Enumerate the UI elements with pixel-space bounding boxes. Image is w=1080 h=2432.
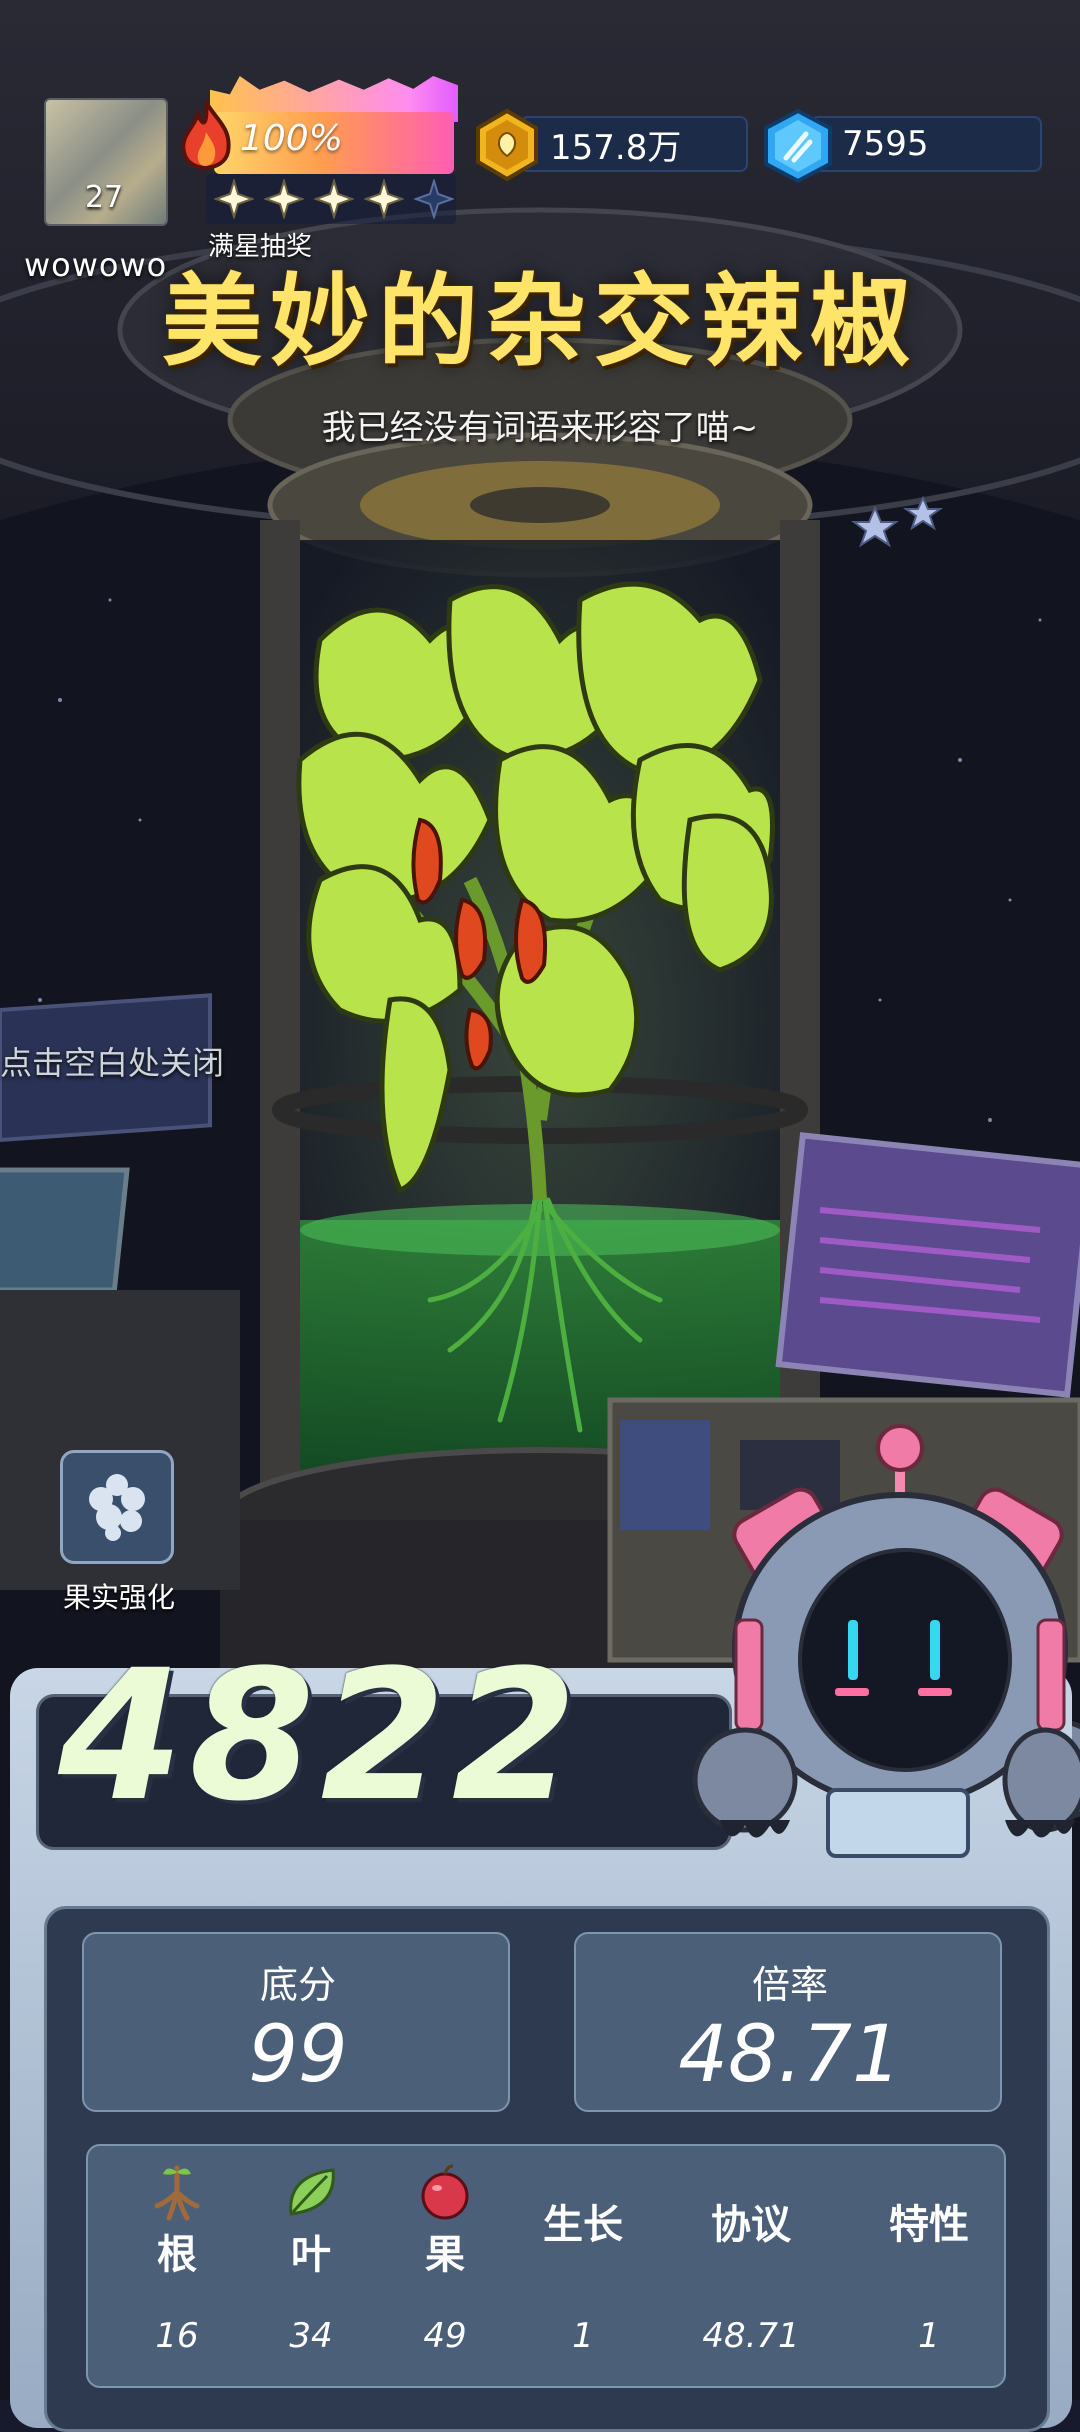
stat-trait-value: 1 — [918, 2316, 940, 2356]
base-score-box: 底分 99 — [82, 1932, 510, 2112]
gem-counter[interactable]: 7595 — [810, 116, 1042, 172]
star-icon-filled — [262, 177, 306, 221]
stat-fruit-value: 49 — [423, 2316, 467, 2356]
heat-percent: 100% — [240, 118, 343, 159]
robot-mascot — [692, 1430, 1080, 1858]
stat-growth: 生长 — [508, 2192, 658, 2250]
stat-trait-label: 特性 — [889, 2202, 969, 2248]
stat-leaf: 叶 — [246, 2162, 376, 2280]
gold-coin-icon — [470, 108, 544, 182]
star-icon-empty — [412, 177, 456, 221]
stat-root-label: 根 — [157, 2232, 197, 2278]
plant-subtitle: 我已经没有词语来形容了喵~ — [321, 408, 759, 448]
gold-amount: 157.8万 — [550, 127, 682, 168]
fruit-enhance-button[interactable] — [60, 1450, 174, 1564]
star-rating — [206, 174, 456, 224]
tap-to-close-hint[interactable]: 点击空白处关闭 — [0, 1038, 224, 1084]
leaf-icon — [246, 2162, 376, 2222]
multiplier-value: 48.71 — [678, 2010, 902, 2100]
plant-title: 美妙的杂交辣椒 — [162, 263, 918, 380]
gold-counter[interactable]: 157.8万 — [520, 116, 748, 172]
berry-cluster-icon — [77, 1465, 157, 1549]
multiplier-label: 倍率 — [751, 1963, 828, 2007]
stat-protocol: 协议 — [676, 2192, 826, 2250]
stat-leaf-value: 34 — [289, 2316, 333, 2356]
stat-protocol-value: 48.71 — [702, 2316, 800, 2356]
fruit-enhance-label: 果实强化 — [62, 1581, 175, 1614]
star-icon-filled — [362, 177, 406, 221]
stat-root: 根 — [112, 2162, 242, 2280]
player-level: 27 — [84, 180, 124, 215]
star-icon-filled — [312, 177, 356, 221]
star-icon-filled — [212, 177, 256, 221]
multiplier-box: 倍率 48.71 — [574, 1932, 1002, 2112]
stat-growth-label: 生长 — [543, 2202, 623, 2248]
stat-leaf-label: 叶 — [291, 2232, 331, 2278]
diamond-gem-icon — [760, 108, 836, 184]
stat-root-value: 16 — [155, 2316, 199, 2356]
stats-breakdown: 根 叶 果 生长 协议 特性 16 34 49 1 48.71 1 — [86, 2144, 1006, 2388]
stat-protocol-label: 协议 — [711, 2202, 791, 2248]
apple-icon — [380, 2162, 510, 2222]
gem-amount: 7595 — [842, 124, 929, 164]
base-score-label: 底分 — [259, 1963, 336, 2007]
stat-fruit-label: 果 — [425, 2232, 465, 2278]
stat-trait: 特性 — [854, 2192, 1004, 2250]
stat-fruit: 果 — [380, 2162, 510, 2280]
stat-growth-value: 1 — [572, 2316, 594, 2356]
root-icon — [112, 2162, 242, 2222]
fire-icon — [176, 98, 236, 178]
total-score: 4822 — [58, 1632, 583, 1841]
base-score-value: 99 — [248, 2010, 348, 2100]
